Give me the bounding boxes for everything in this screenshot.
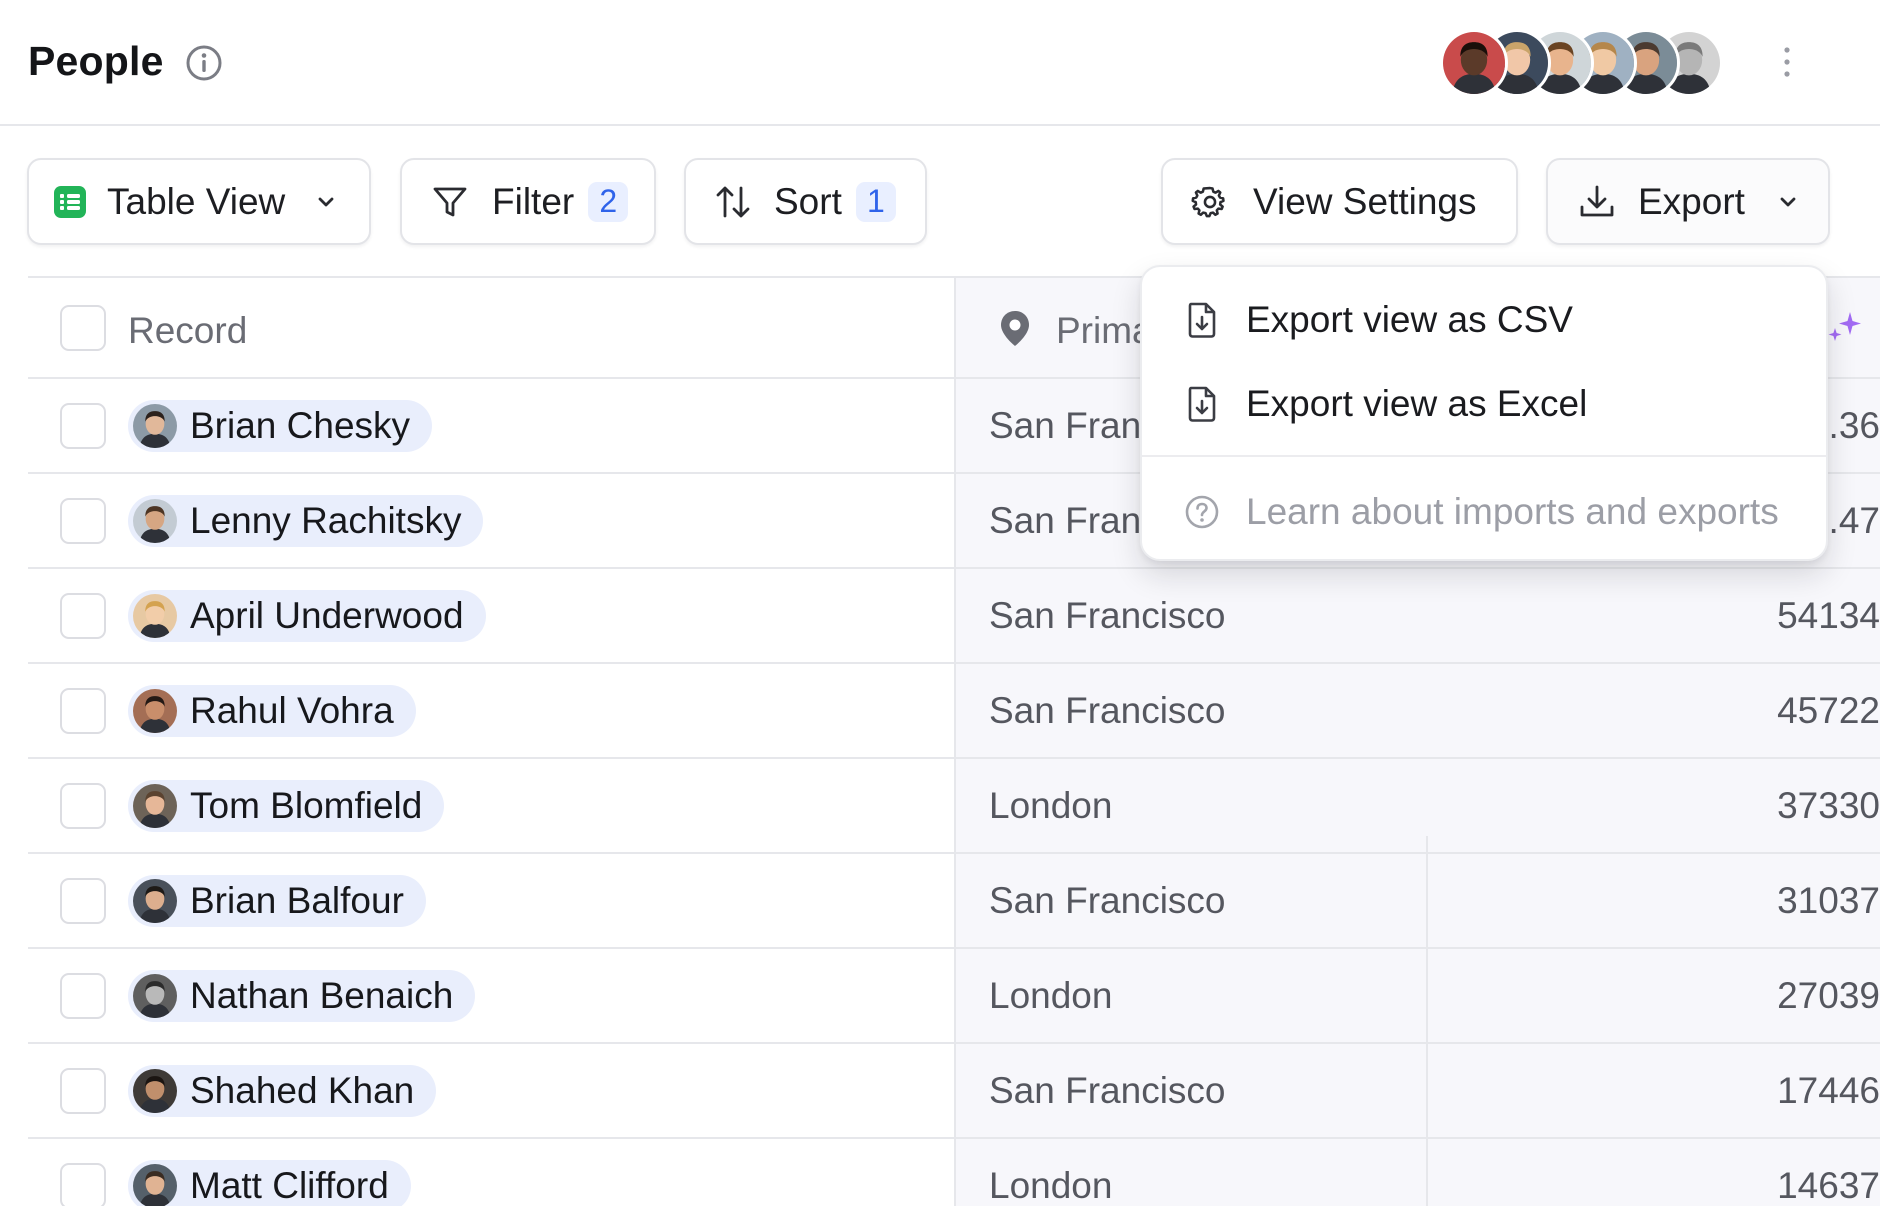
table-row[interactable]: Matt Clifford London 14637 bbox=[28, 1139, 1880, 1206]
view-settings-button[interactable]: View Settings bbox=[1161, 158, 1518, 245]
row-checkbox[interactable] bbox=[60, 1163, 106, 1206]
info-icon[interactable] bbox=[185, 44, 223, 82]
person-name: Brian Balfour bbox=[190, 880, 404, 921]
select-all-checkbox[interactable] bbox=[60, 305, 106, 351]
export-dropdown-button[interactable]: Export bbox=[1546, 158, 1830, 245]
value-cell[interactable]: 17446 bbox=[1777, 1070, 1880, 1112]
filter-count-badge: 2 bbox=[588, 181, 629, 222]
export-menu: Export view as CSV Export view as Excel … bbox=[1140, 265, 1828, 561]
row-checkbox[interactable] bbox=[60, 1068, 106, 1114]
table-row[interactable]: Brian Balfour San Francisco 31037 bbox=[28, 854, 1880, 949]
file-download-icon bbox=[1188, 302, 1216, 338]
avatar bbox=[133, 1069, 177, 1113]
record-column-header[interactable]: Record bbox=[128, 310, 247, 352]
location-pin-icon bbox=[1001, 311, 1029, 346]
row-checkbox[interactable] bbox=[60, 783, 106, 829]
table-row[interactable]: Rahul Vohra San Francisco 45722 bbox=[28, 664, 1880, 759]
learn-imports-exports-label: Learn about imports and exports bbox=[1246, 491, 1779, 532]
location-cell[interactable]: London bbox=[989, 785, 1112, 827]
location-cell[interactable]: San Francisco bbox=[989, 1070, 1226, 1112]
person-chip[interactable]: Shahed Khan bbox=[128, 1065, 437, 1117]
page-header: People bbox=[0, 0, 1880, 126]
value-cell[interactable]: 37330 bbox=[1777, 785, 1880, 827]
export-label: Export bbox=[1638, 180, 1745, 222]
download-icon bbox=[1580, 185, 1614, 216]
collaborator-avatar[interactable] bbox=[1440, 29, 1508, 97]
location-cell[interactable]: London bbox=[989, 1165, 1112, 1206]
person-chip[interactable]: Rahul Vohra bbox=[128, 685, 416, 737]
sort-label: Sort bbox=[774, 180, 842, 222]
person-chip[interactable]: Brian Chesky bbox=[128, 400, 433, 452]
person-name: Lenny Rachitsky bbox=[190, 500, 462, 541]
export-excel-menu-item[interactable]: Export view as Excel bbox=[1142, 363, 1826, 445]
sort-icon bbox=[716, 186, 750, 217]
table-row[interactable]: April Underwood San Francisco 54134 bbox=[28, 569, 1880, 664]
row-checkbox[interactable] bbox=[60, 403, 106, 449]
value-cell[interactable]: 14637 bbox=[1777, 1165, 1880, 1206]
person-name: Rahul Vohra bbox=[190, 690, 394, 731]
sparkle-icon bbox=[1828, 312, 1861, 341]
person-name: Nathan Benaich bbox=[190, 975, 454, 1016]
avatar bbox=[133, 784, 177, 828]
location-cell[interactable]: San Francisco bbox=[989, 690, 1226, 732]
chevron-down-icon bbox=[1780, 197, 1796, 206]
row-checkbox[interactable] bbox=[60, 593, 106, 639]
location-cell[interactable]: San Francisco bbox=[989, 595, 1226, 637]
avatar bbox=[133, 879, 177, 923]
person-name: Matt Clifford bbox=[190, 1165, 389, 1206]
row-checkbox[interactable] bbox=[60, 688, 106, 734]
gear-icon bbox=[1191, 186, 1225, 217]
location-cell[interactable]: London bbox=[989, 975, 1112, 1017]
export-excel-label: Export view as Excel bbox=[1246, 383, 1588, 424]
row-checkbox[interactable] bbox=[60, 498, 106, 544]
person-name: Tom Blomfield bbox=[190, 785, 423, 826]
value-cell[interactable]: 27039 bbox=[1777, 975, 1880, 1017]
avatar bbox=[133, 689, 177, 733]
table-row[interactable]: Tom Blomfield London 37330 bbox=[28, 759, 1880, 854]
person-chip[interactable]: Nathan Benaich bbox=[128, 970, 476, 1022]
page-title: People bbox=[28, 38, 164, 84]
avatar bbox=[133, 499, 177, 543]
avatar bbox=[133, 1164, 177, 1206]
person-chip[interactable]: Tom Blomfield bbox=[128, 780, 445, 832]
table-row[interactable]: Shahed Khan San Francisco 17446 bbox=[28, 1044, 1880, 1139]
person-name: April Underwood bbox=[190, 595, 464, 636]
table-row[interactable]: Nathan Benaich London 27039 bbox=[28, 949, 1880, 1044]
table-view-icon bbox=[54, 185, 86, 218]
avatar bbox=[133, 594, 177, 638]
table-view-dropdown[interactable]: Table View bbox=[27, 158, 371, 245]
export-csv-menu-item[interactable]: Export view as CSV bbox=[1142, 279, 1826, 361]
person-chip[interactable]: April Underwood bbox=[128, 590, 486, 642]
chevron-down-icon bbox=[318, 197, 334, 206]
value-cell[interactable]: 45722 bbox=[1777, 690, 1880, 732]
avatar bbox=[133, 974, 177, 1018]
more-vertical-icon[interactable] bbox=[1772, 44, 1802, 80]
location-cell[interactable]: San Francisco bbox=[989, 880, 1226, 922]
person-name: Shahed Khan bbox=[190, 1070, 415, 1111]
learn-imports-exports-link[interactable]: Learn about imports and exports bbox=[1142, 471, 1826, 553]
sort-button[interactable]: Sort 1 bbox=[684, 158, 927, 245]
help-circle-icon bbox=[1185, 495, 1219, 529]
row-checkbox[interactable] bbox=[60, 878, 106, 924]
person-chip[interactable]: Brian Balfour bbox=[128, 875, 426, 927]
person-name: Brian Chesky bbox=[190, 405, 411, 446]
menu-divider bbox=[1142, 455, 1826, 457]
person-chip[interactable]: Lenny Rachitsky bbox=[128, 495, 484, 547]
table-view-label: Table View bbox=[107, 180, 286, 222]
filter-button[interactable]: Filter 2 bbox=[400, 158, 656, 245]
sort-count-badge: 1 bbox=[855, 181, 896, 222]
filter-icon bbox=[433, 187, 467, 216]
value-cell[interactable]: 31037 bbox=[1777, 880, 1880, 922]
export-csv-label: Export view as CSV bbox=[1246, 299, 1573, 340]
avatar bbox=[133, 404, 177, 448]
value-cell[interactable]: 54134 bbox=[1777, 595, 1880, 637]
file-download-icon bbox=[1188, 386, 1216, 422]
view-settings-label: View Settings bbox=[1253, 180, 1477, 222]
filter-label: Filter bbox=[492, 180, 575, 222]
person-chip[interactable]: Matt Clifford bbox=[128, 1160, 411, 1206]
row-checkbox[interactable] bbox=[60, 973, 106, 1019]
